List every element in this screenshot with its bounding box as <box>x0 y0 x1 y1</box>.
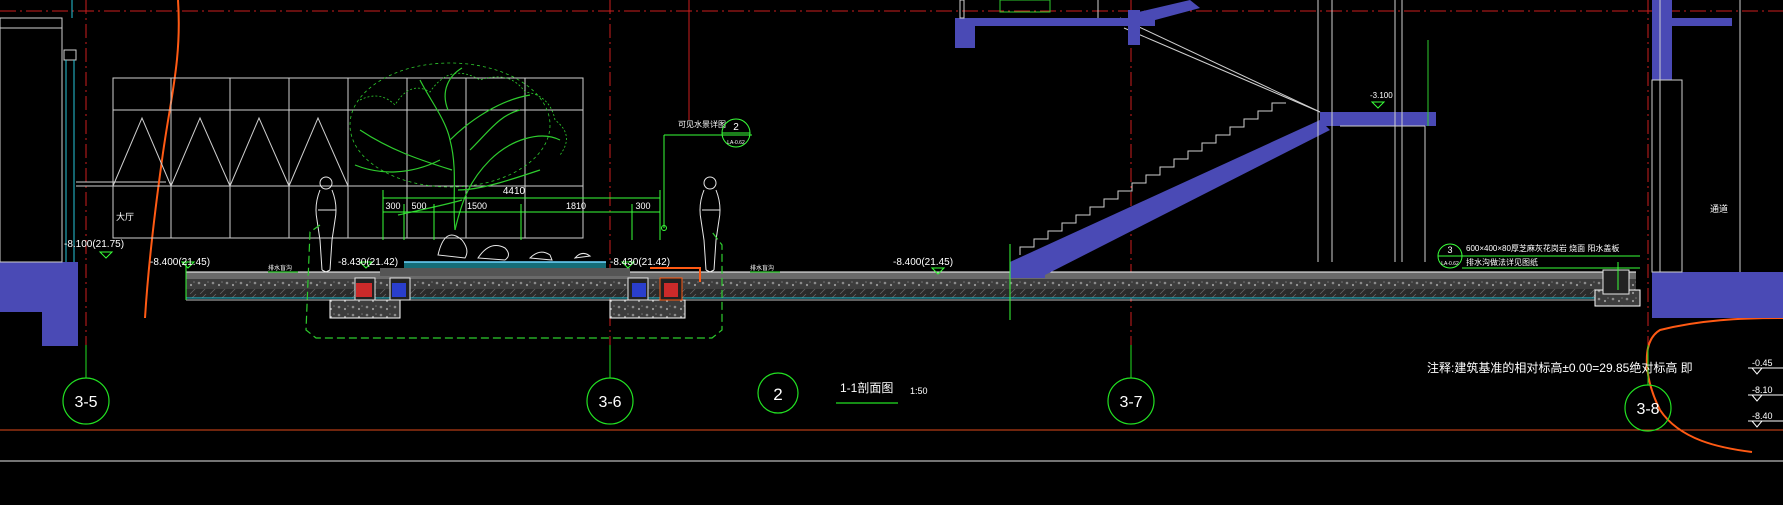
elevation-legend: -0.45 -8.10 -8.40 <box>1748 358 1783 428</box>
room-label-hall: 大厅 <box>116 211 134 222</box>
elev-left-room: -8.100(21.75) <box>64 239 124 250</box>
glazed-wall <box>112 77 584 239</box>
axis-bubble-3-6[interactable]: 3-6 <box>586 345 634 425</box>
dimension-part-2: 500 <box>411 201 426 211</box>
axis-bubble-3-7[interactable]: 3-7 <box>1107 345 1155 425</box>
staircase <box>1010 0 1436 278</box>
callout-water-label: 可见水景详图 <box>678 119 726 129</box>
section-number: 2 <box>773 385 782 404</box>
axis-bubble-3-8[interactable]: 3-8 <box>1624 345 1672 432</box>
callout-paving-ref: LA-0.62 <box>1441 261 1459 267</box>
elev-3: -8.430(21.42) <box>610 257 670 268</box>
drain-label-2: 排水盲沟 <box>750 264 774 272</box>
cad-drawing-canvas[interactable]: 4410 300 500 1500 1810 300 -8.100(21.75)… <box>0 0 1783 505</box>
section-title: 2 1-1剖面图 1:50 <box>757 372 928 414</box>
callout-water-ref: LA-0.62 <box>727 140 745 146</box>
elev-stair-landing: -3.100 <box>1370 91 1393 100</box>
callout-paving[interactable]: 3 LA-0.62 600×400×80厚芝麻灰花岗岩 烧面 阳水盖板 排水沟做… <box>1437 243 1640 269</box>
dimension-chain <box>382 134 752 240</box>
axis-label-3-8: 3-8 <box>1636 401 1659 418</box>
axis-label-3-6: 3-6 <box>598 394 621 411</box>
axis-label-3-5: 3-5 <box>74 394 97 411</box>
dimension-part-3: 1500 <box>467 201 487 211</box>
human-figure-right <box>699 176 721 273</box>
elev-4: -8.400(21.45) <box>893 257 953 268</box>
callout-water-detail[interactable]: 可见水景详图 2 LA-0.62 <box>678 118 751 148</box>
datum-note: 注释:建筑基准的相对标高±0.00=29.85绝对标高 即 <box>1427 360 1693 375</box>
elev-2: -8.430(21.42) <box>338 257 398 268</box>
section-scale: 1:50 <box>910 386 928 396</box>
upper-structure <box>955 0 1429 262</box>
legend-elev-1: -0.45 <box>1752 358 1773 368</box>
drain-label-1: 排水盲沟 <box>268 264 292 272</box>
legend-elev-3: -8.40 <box>1752 411 1773 421</box>
callout-water-num: 2 <box>733 122 739 133</box>
dimension-part-5: 300 <box>635 201 650 211</box>
callout-paving-line2: 排水沟做法详见图纸 <box>1466 257 1538 267</box>
dimension-part-1: 300 <box>385 201 400 211</box>
callout-paving-line1: 600×400×80厚芝麻灰花岗岩 烧面 阳水盖板 <box>1466 243 1619 253</box>
markup-curves <box>144 0 1783 453</box>
section-name: 1-1剖面图 <box>840 381 893 395</box>
right-building <box>1651 0 1783 318</box>
axis-bubble-3-5[interactable]: 3-5 <box>62 345 110 425</box>
rocks <box>437 234 592 261</box>
room-label-corridor: 通道 <box>1710 203 1728 214</box>
legend-elev-2: -8.10 <box>1752 385 1773 395</box>
dimension-total: 4410 <box>503 186 526 197</box>
dimension-part-4: 1810 <box>566 201 586 211</box>
left-building <box>0 0 166 346</box>
tree-illustration <box>349 62 567 231</box>
human-figure-left <box>315 176 337 273</box>
axis-label-3-7: 3-7 <box>1119 394 1142 411</box>
elev-1: -8.400(21.45) <box>150 257 210 268</box>
callout-paving-num: 3 <box>1447 245 1452 255</box>
